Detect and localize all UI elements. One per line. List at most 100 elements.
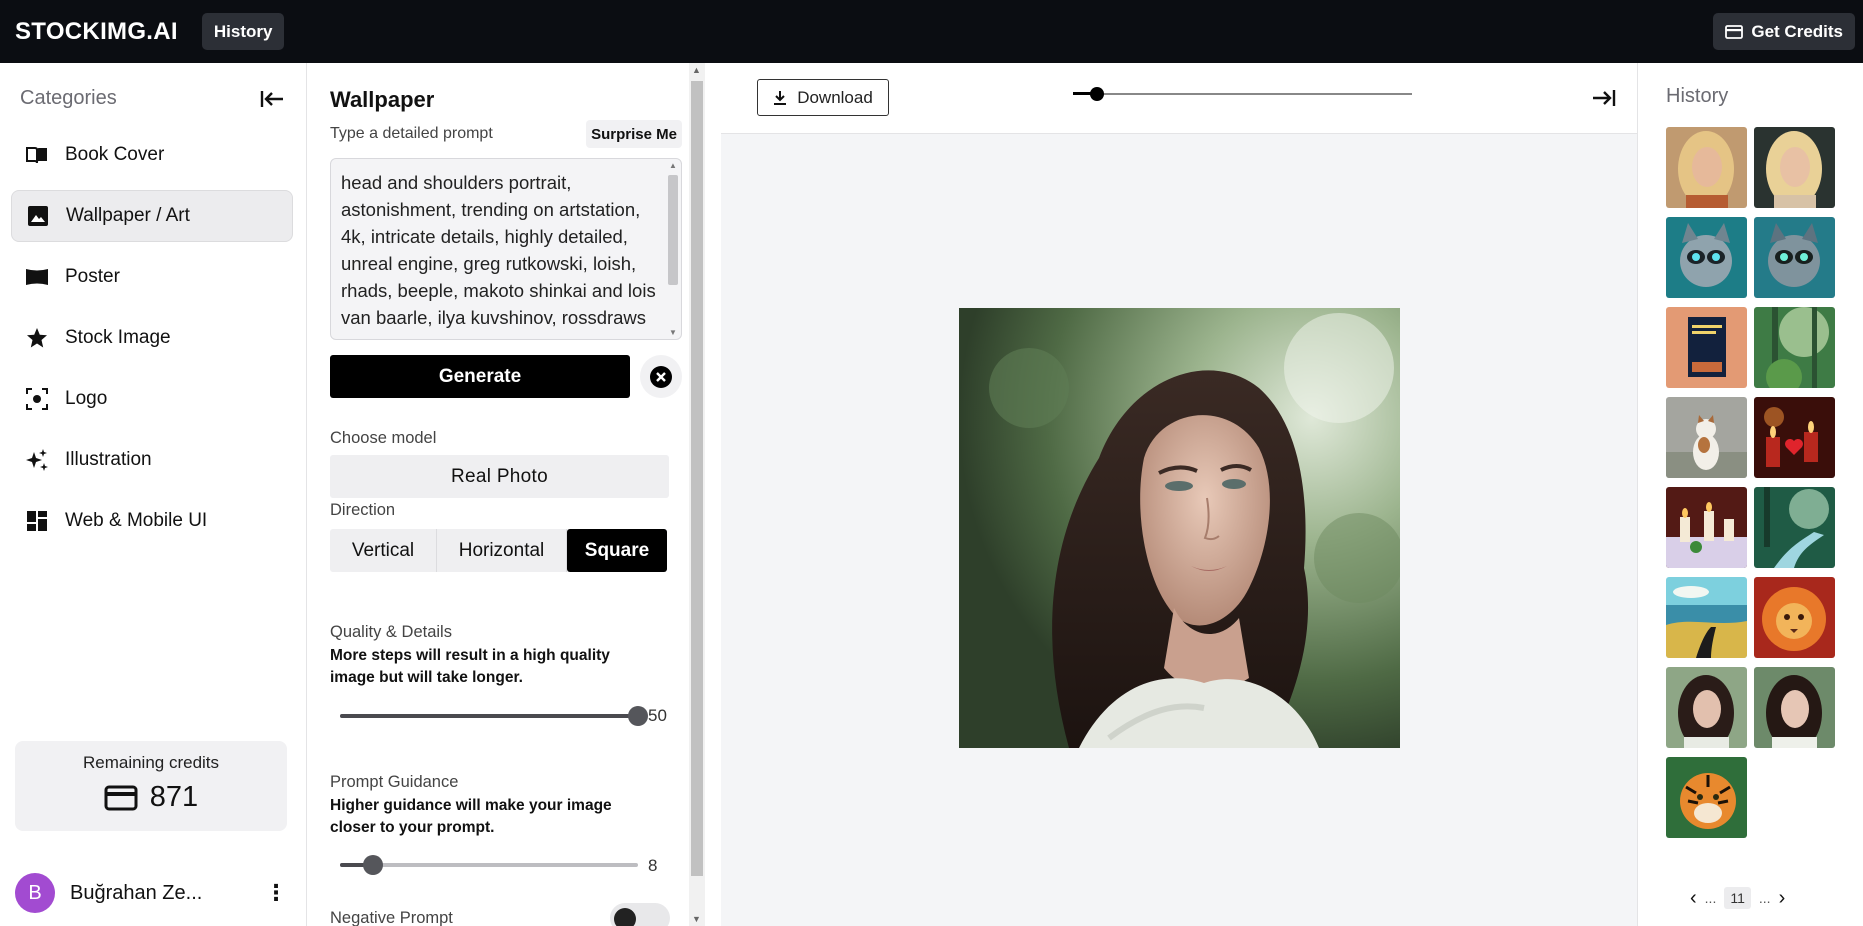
sidebar-item-web-mobile-ui[interactable]: Web & Mobile UI <box>11 495 293 547</box>
panel-scroll-thumb[interactable] <box>691 81 703 876</box>
avatar: B <box>15 873 55 913</box>
history-grid <box>1666 127 1836 838</box>
history-thumb-portrait-brunette[interactable] <box>1754 667 1835 748</box>
quality-slider[interactable] <box>340 706 648 726</box>
generated-image[interactable] <box>959 308 1400 748</box>
history-sidebar: History ‹ ... 11 ... › <box>1639 63 1863 926</box>
credits-value: 871 <box>149 781 199 813</box>
prompt-label: Type a detailed prompt <box>330 125 493 142</box>
zoom-slider-handle[interactable] <box>1089 87 1104 101</box>
image-canvas: Download <box>721 63 1638 926</box>
get-credits-label: Get Credits <box>1751 21 1843 41</box>
sidebar-item-illustration[interactable]: Illustration <box>11 434 293 486</box>
category-list: Book Cover Wallpaper / Art Poster Stock … <box>11 129 293 556</box>
history-thumb-portrait-blonde[interactable] <box>1666 127 1747 208</box>
download-label: Download <box>797 87 873 107</box>
prompt-scrollbar[interactable]: ▲ ▼ <box>667 161 679 337</box>
focus-icon <box>25 387 49 411</box>
direction-horizontal[interactable]: Horizontal <box>437 529 567 572</box>
collapse-sidebar-icon[interactable] <box>259 89 285 109</box>
panel-title: Wallpaper <box>330 87 435 112</box>
model-label: Choose model <box>330 429 437 447</box>
user-name: Buğrahan Ze... <box>70 881 203 904</box>
history-thumb-candles[interactable] <box>1754 397 1835 478</box>
prompt-textarea[interactable]: head and shoulders portrait, astonishmen… <box>330 158 682 340</box>
history-button[interactable]: History <box>201 13 285 50</box>
close-circle-icon <box>650 365 672 388</box>
history-thumb-portrait-blonde[interactable] <box>1754 127 1835 208</box>
history-thumb-lion[interactable] <box>1754 577 1835 658</box>
guidance-slider[interactable] <box>340 855 638 875</box>
sidebar-item-stock-image[interactable]: Stock Image <box>11 312 293 364</box>
cancel-button[interactable] <box>640 355 682 398</box>
categories-sidebar: Categories Book Cover Wallpaper / Art Po… <box>0 63 307 926</box>
history-thumb-book-cover[interactable] <box>1666 307 1747 388</box>
sidebar-item-label: Illustration <box>65 449 152 470</box>
generate-button[interactable]: Generate <box>330 355 630 398</box>
history-thumb-candles-table[interactable] <box>1666 487 1747 568</box>
scroll-down-icon[interactable]: ▼ <box>692 914 701 924</box>
guidance-label: Prompt Guidance <box>330 773 459 791</box>
remaining-credits-card: Remaining credits 871 <box>15 741 287 831</box>
sidebar-item-book-cover[interactable]: Book Cover <box>11 129 293 181</box>
history-thumb-tiger[interactable] <box>1666 757 1747 838</box>
direction-vertical[interactable]: Vertical <box>330 529 437 572</box>
negative-prompt-label: Negative Prompt <box>330 909 453 926</box>
categories-title: Categories <box>20 87 117 109</box>
book-icon <box>25 143 49 167</box>
user-profile[interactable]: B Buğrahan Ze... ⋮ <box>15 873 287 913</box>
pager-next-icon[interactable]: › <box>1779 887 1786 910</box>
sidebar-item-label: Stock Image <box>65 327 171 348</box>
app-logo[interactable]: STOCKIMG.AI <box>15 18 178 46</box>
direction-label: Direction <box>330 501 396 519</box>
history-thumb-forest[interactable] <box>1754 307 1835 388</box>
sidebar-item-label: Poster <box>65 266 120 287</box>
history-thumb-raccoon[interactable] <box>1666 217 1747 298</box>
panel-scrollbar[interactable]: ▲ ▼ <box>689 63 705 926</box>
direction-selector: Vertical Horizontal Square <box>330 529 667 572</box>
negative-prompt-toggle[interactable] <box>610 903 670 926</box>
sidebar-item-label: Web & Mobile UI <box>65 510 208 531</box>
settings-panel: Wallpaper Type a detailed prompt Surpris… <box>308 63 705 926</box>
download-button[interactable]: Download <box>757 79 889 116</box>
pager-ellipsis: ... <box>1704 890 1717 906</box>
surprise-me-button[interactable]: Surprise Me <box>586 120 682 148</box>
quality-value: 50 <box>648 706 667 725</box>
history-thumb-raccoon[interactable] <box>1754 217 1835 298</box>
guidance-description: Higher guidance will make your image clo… <box>330 797 612 836</box>
collapse-history-icon[interactable] <box>1591 88 1617 108</box>
top-bar: STOCKIMG.AI History Get Credits <box>0 0 1863 63</box>
history-thumb-portrait-brunette[interactable] <box>1666 667 1747 748</box>
download-icon <box>774 90 787 105</box>
guidance-slider-handle[interactable] <box>362 855 383 875</box>
credit-card-icon <box>1725 24 1744 39</box>
history-pagination: ‹ ... 11 ... › <box>1690 885 1820 911</box>
star-icon <box>25 326 49 350</box>
sidebar-item-poster[interactable]: Poster <box>11 251 293 303</box>
dashboard-icon <box>25 509 49 533</box>
poster-icon <box>25 265 49 289</box>
get-credits-button[interactable]: Get Credits <box>1713 13 1855 50</box>
sidebar-item-wallpaper-art[interactable]: Wallpaper / Art <box>11 190 293 242</box>
image-icon <box>26 204 50 228</box>
model-select[interactable]: Real Photo <box>330 455 669 498</box>
sidebar-item-logo[interactable]: Logo <box>11 373 293 425</box>
history-thumb-forest-stream[interactable] <box>1754 487 1835 568</box>
pager-prev-icon[interactable]: ‹ <box>1690 887 1697 910</box>
history-thumb-cat[interactable] <box>1666 397 1747 478</box>
more-options-icon[interactable]: ⋮ <box>265 882 287 904</box>
pager-ellipsis: ... <box>1758 890 1771 906</box>
quality-slider-fill <box>340 714 638 718</box>
canvas-toolbar: Download <box>721 63 1637 134</box>
quality-description: More steps will result in a high quality… <box>330 647 610 686</box>
zoom-slider[interactable] <box>1073 87 1412 101</box>
history-thumb-landscape-road[interactable] <box>1666 577 1747 658</box>
pager-current-page[interactable]: 11 <box>1724 887 1751 909</box>
quality-label: Quality & Details <box>330 623 452 641</box>
direction-square[interactable]: Square <box>567 529 667 572</box>
guidance-value: 8 <box>648 856 658 875</box>
quality-slider-handle[interactable] <box>628 706 648 726</box>
scroll-up-icon[interactable]: ▲ <box>692 65 701 75</box>
sparkles-icon <box>25 448 49 472</box>
sidebar-item-label: Wallpaper / Art <box>66 205 190 226</box>
